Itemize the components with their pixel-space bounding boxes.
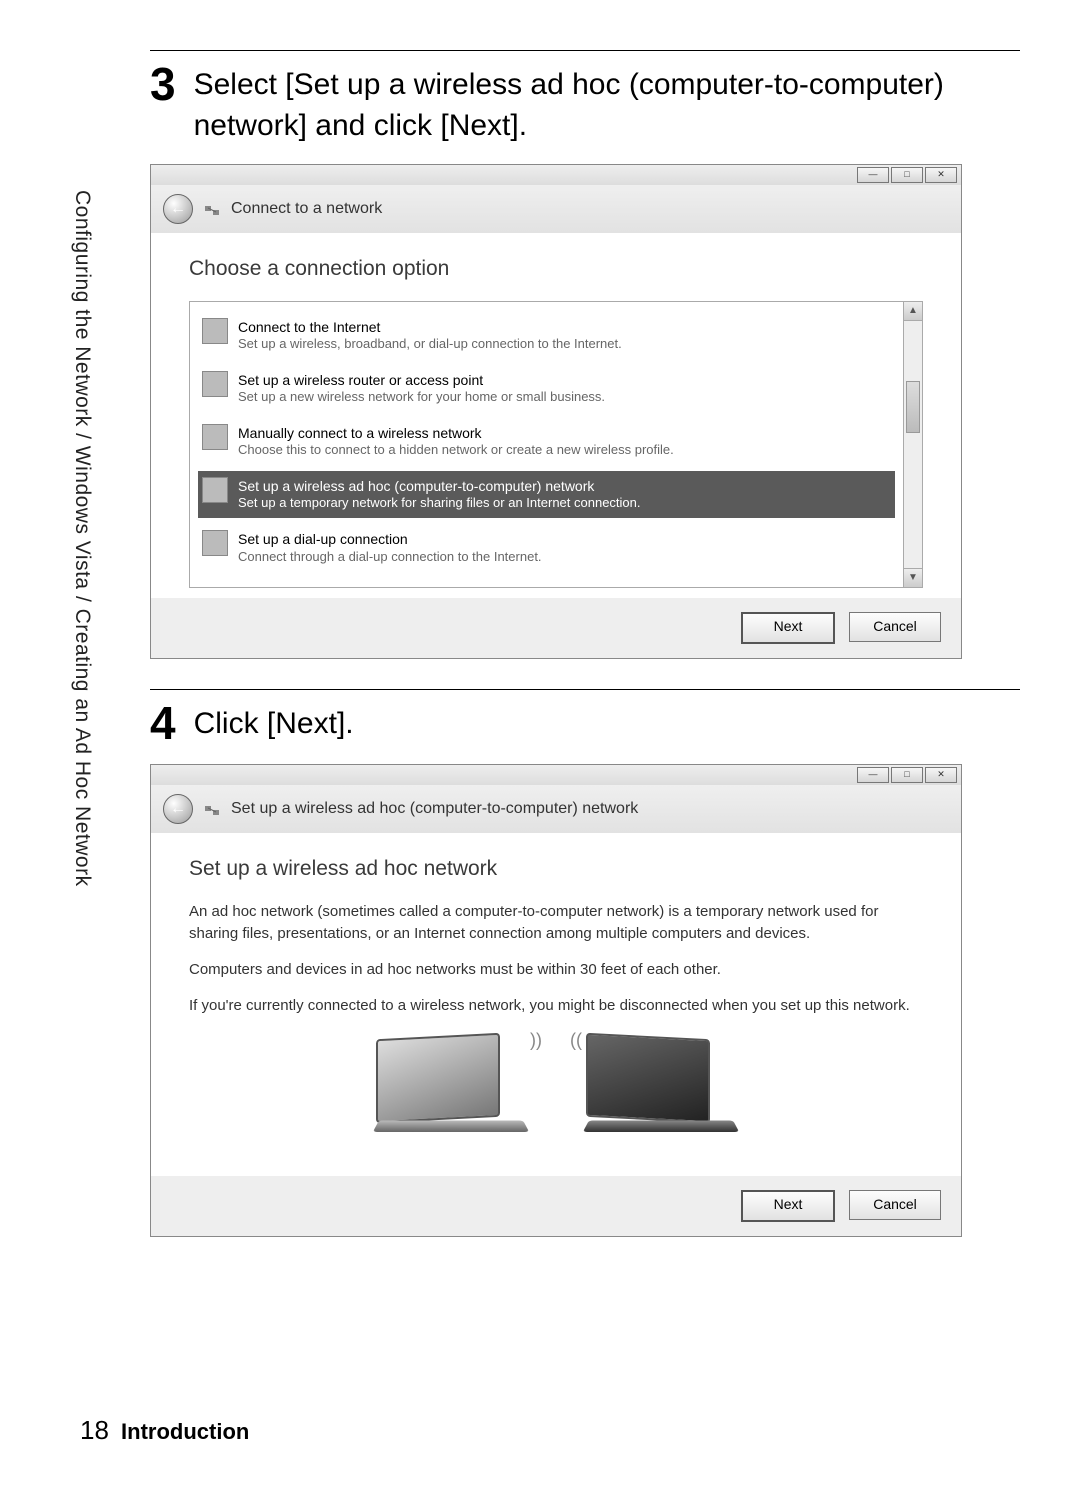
laptop-left-icon: )) [376,1036,526,1136]
option-title: Set up a dial-up connection [238,530,542,548]
laptop-right-icon: (( [586,1036,736,1136]
cancel-button[interactable]: Cancel [849,1190,941,1220]
cancel-button[interactable]: Cancel [849,612,941,642]
option-title: Manually connect to a wireless network [238,424,674,442]
dialog-body: Choose a connection option Connect to th… [151,233,961,598]
option-title: Set up a wireless router or access point [238,371,605,389]
dialup-icon [202,530,228,556]
option-setup-router[interactable]: Set up a wireless router or access point… [198,365,895,412]
next-button[interactable]: Next [741,1190,835,1222]
signal-in-icon: (( [570,1030,582,1051]
body-heading: Choose a connection option [189,257,923,281]
option-subtitle: Choose this to connect to a hidden netwo… [238,442,674,459]
dialog-header: ← Set up a wireless ad hoc (computer-to-… [151,785,961,833]
page-section-title: Introduction [121,1419,249,1444]
network-icon [203,200,221,218]
dialog-footer: Next Cancel [151,598,961,658]
back-button[interactable]: ← [163,794,193,824]
dialog-title: Set up a wireless ad hoc (computer-to-co… [231,800,638,818]
page-footer: 18 Introduction [80,1415,249,1446]
option-subtitle: Set up a wireless, broadband, or dial-up… [238,336,622,353]
signal-out-icon: )) [530,1030,542,1051]
body-paragraph: If you're currently connected to a wirel… [189,995,923,1017]
scroll-up-icon[interactable]: ▲ [904,302,922,321]
page-content: 3 Select [Set up a wireless ad hoc (comp… [150,50,1020,1237]
scroll-thumb[interactable] [906,381,920,433]
step-3: 3 Select [Set up a wireless ad hoc (comp… [150,50,1020,659]
minimize-button[interactable]: — [857,167,889,183]
adhoc-setup-dialog: — □ ✕ ← Set up a wireless ad hoc (comput… [150,764,962,1237]
step-instruction: Select [Set up a wireless ad hoc (comput… [194,61,1020,146]
option-title: Set up a wireless ad hoc (computer-to-co… [238,477,641,495]
dialog-body: Set up a wireless ad hoc network An ad h… [151,833,961,1176]
wireless-icon [202,424,228,450]
laptop-illustration: )) (( [189,1036,923,1136]
dialog-header: ← Connect to a network [151,185,961,233]
next-button[interactable]: Next [741,612,835,644]
page-number: 18 [80,1415,109,1445]
option-subtitle: Set up a new wireless network for your h… [238,389,605,406]
router-icon [202,371,228,397]
scroll-track[interactable] [904,321,922,568]
manual-page: Configuring the Network / Windows Vista … [0,0,1080,1486]
option-manual-wireless[interactable]: Manually connect to a wireless network C… [198,418,895,465]
step-number: 4 [150,700,176,746]
body-heading: Set up a wireless ad hoc network [189,857,923,881]
option-title: Connect to the Internet [238,318,622,336]
connect-network-dialog: — □ ✕ ← Connect to a network Choose a co… [150,164,962,659]
body-paragraph: An ad hoc network (sometimes called a co… [189,901,923,945]
maximize-button[interactable]: □ [891,167,923,183]
arrow-left-icon: ← [170,200,186,218]
sidebar-breadcrumb: Configuring the Network / Windows Vista … [70,190,94,887]
network-icon [203,800,221,818]
adhoc-icon [202,477,228,503]
dialog-title: Connect to a network [231,200,382,218]
close-button[interactable]: ✕ [925,167,957,183]
maximize-button[interactable]: □ [891,767,923,783]
step-4: 4 Click [Next]. — □ ✕ ← Set up a wireles… [150,689,1020,1237]
option-connect-internet[interactable]: Connect to the Internet Set up a wireles… [198,312,895,359]
globe-icon [202,318,228,344]
connection-options-list: Connect to the Internet Set up a wireles… [189,301,904,588]
arrow-left-icon: ← [170,800,186,818]
option-subtitle: Set up a temporary network for sharing f… [238,495,641,512]
option-adhoc-network[interactable]: Set up a wireless ad hoc (computer-to-co… [198,471,895,518]
option-dialup[interactable]: Set up a dial-up connection Connect thro… [198,524,895,571]
step-instruction: Click [Next]. [194,700,354,745]
dialog-footer: Next Cancel [151,1176,961,1236]
window-titlebar: — □ ✕ [151,165,961,185]
option-subtitle: Connect through a dial-up connection to … [238,549,542,566]
minimize-button[interactable]: — [857,767,889,783]
scroll-down-icon[interactable]: ▼ [904,568,922,587]
window-titlebar: — □ ✕ [151,765,961,785]
scrollbar[interactable]: ▲ ▼ [904,301,923,588]
body-paragraph: Computers and devices in ad hoc networks… [189,959,923,981]
close-button[interactable]: ✕ [925,767,957,783]
back-button[interactable]: ← [163,194,193,224]
step-number: 3 [150,61,176,107]
